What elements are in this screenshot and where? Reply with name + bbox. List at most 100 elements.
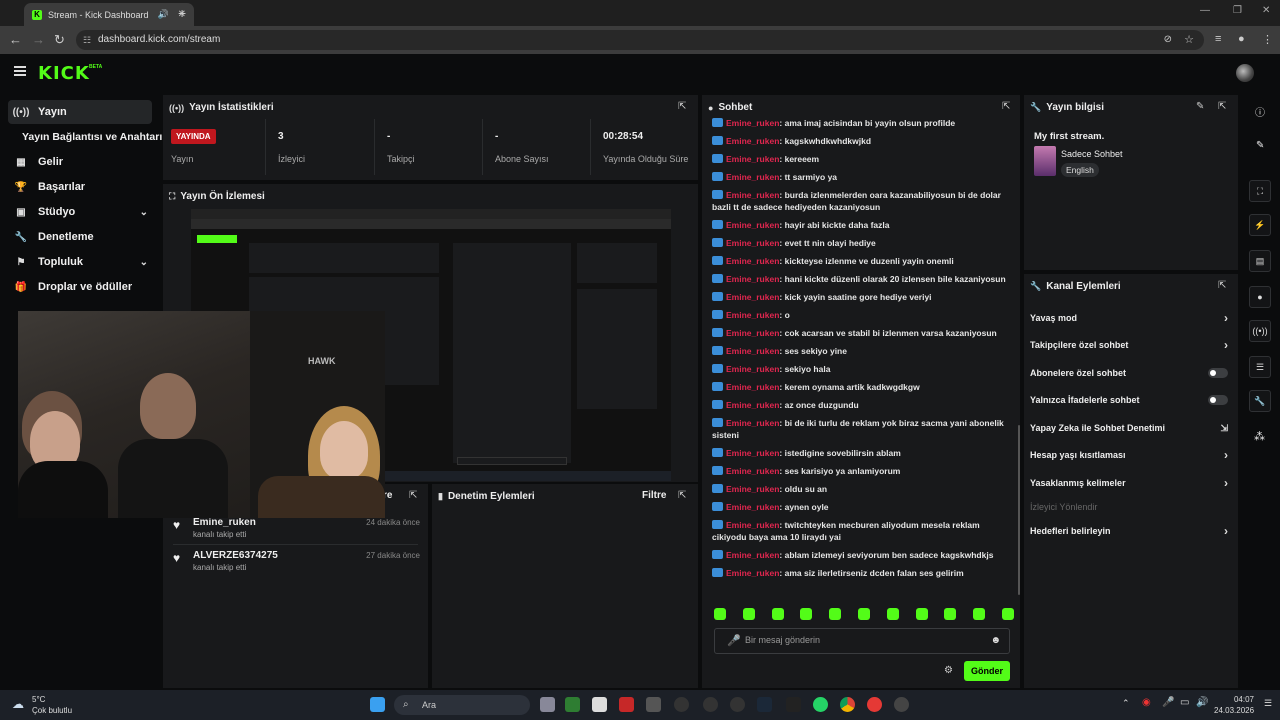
notification-icon[interactable]: ☰ [1264,698,1272,709]
emote-icon[interactable] [742,608,755,620]
media-control-icon[interactable]: ≡ [1215,33,1221,45]
popout-icon[interactable]: ⇱ [678,490,686,501]
minimize-icon[interactable]: — [1200,5,1210,16]
clock-time[interactable]: 04:07 [1218,695,1254,704]
events-toggle-button[interactable]: ☰ [1249,356,1271,378]
layout-icon[interactable]: ⁂ [1254,430,1265,443]
chat-scrollbar[interactable] [1018,425,1020,595]
emote-icon[interactable] [1001,608,1014,620]
chat-username[interactable]: Emine_ruken [726,238,779,248]
chrome-icon[interactable] [840,697,855,712]
edit-icon[interactable]: ✎ [1256,140,1264,151]
tools-toggle-button[interactable]: 🔧 [1249,390,1271,412]
action-banned-words[interactable]: Yasaklanmış kelimeler › [1030,470,1234,496]
nvidia-icon[interactable] [565,697,580,712]
popout-icon[interactable]: ⇱ [1218,280,1226,291]
popout-icon[interactable]: ⇱ [678,101,686,112]
amd-icon[interactable] [619,697,634,712]
whatsapp-icon[interactable] [813,697,828,712]
app-icon[interactable] [646,697,661,712]
chat-settings-gear-icon[interactable]: ⚙ [944,665,953,676]
chat-input-box[interactable]: 🎤 ☻ [714,628,1010,654]
new-tab-button[interactable]: + [178,5,186,21]
action-followers-only[interactable]: Takipçilere özel sohbet › [1030,332,1234,358]
preview-toggle-button[interactable]: ⛶ [1249,180,1271,202]
weather-temp[interactable]: 5°C [32,695,45,704]
obs-icon[interactable] [703,697,718,712]
obs-studio-icon[interactable] [894,697,909,712]
send-button[interactable]: Gönder [964,661,1010,681]
chat-message-input[interactable] [745,635,975,645]
emote-icon[interactable] [771,608,784,620]
filter-button[interactable]: Filtre [642,490,666,501]
forward-icon[interactable]: → [32,32,45,47]
taskbar-search[interactable]: ⌕ Ara [394,695,530,715]
tray-app-icon[interactable]: ◉ [1142,697,1151,708]
popout-icon[interactable]: ⇱ [1002,101,1010,112]
chat-username[interactable]: Emine_ruken [726,520,779,530]
chat-username[interactable]: Emine_ruken [726,550,779,560]
tray-expand-icon[interactable]: ⌃ [1122,698,1130,709]
action-set-goals[interactable]: Hedefleri belirleyin › [1030,518,1234,544]
chat-username[interactable]: Emine_ruken [726,292,779,302]
chat-username[interactable]: Emine_ruken [726,502,779,512]
chat-username[interactable]: Emine_ruken [726,190,779,200]
network-icon[interactable]: ▭ [1180,697,1189,708]
chat-username[interactable]: Emine_ruken [726,136,779,146]
profile-icon[interactable]: ● [1238,33,1245,45]
notepad-icon[interactable] [592,697,607,712]
task-view-icon[interactable] [540,697,555,712]
action-account-age[interactable]: Hesap yaşı kısıtlaması › [1030,442,1234,468]
hamburger-menu-icon[interactable] [14,66,26,76]
emote-icon[interactable] [886,608,899,620]
sidebar-item-droplar[interactable]: 🎁 Droplar ve ödüller [8,275,152,299]
sidebar-item-topluluk[interactable]: ⚑ Topluluk ⌄ [8,250,152,274]
chat-username[interactable]: Emine_ruken [726,274,779,284]
back-icon[interactable]: ← [9,32,22,47]
emote-icon[interactable] [915,608,928,620]
settings-icon[interactable] [730,697,745,712]
volume-icon[interactable]: 🔊 [1196,697,1208,708]
chat-username[interactable]: Emine_ruken [726,400,779,410]
edit-pencil-icon[interactable]: ✎ [1196,101,1204,112]
broadcast-toggle-button[interactable]: ((•)) [1249,320,1271,342]
sidebar-item-gelir[interactable]: ▦ Gelir [8,150,152,174]
browser-menu-icon[interactable]: ⋮ [1262,33,1273,46]
chat-username[interactable]: Emine_ruken [726,418,779,428]
chat-username[interactable]: Emine_ruken [726,346,779,356]
emotes-only-toggle[interactable] [1208,395,1228,405]
popout-icon[interactable]: ⇱ [1218,101,1226,112]
sidebar-item-yayin[interactable]: ((•)) Yayın [8,100,152,124]
kick-logo[interactable]: KICK [38,63,90,84]
emote-icon[interactable] [800,608,813,620]
chat-toggle-button[interactable]: ● [1249,286,1271,308]
steam-icon[interactable] [757,697,772,712]
emote-icon[interactable] [944,608,957,620]
chat-username[interactable]: Emine_ruken [726,256,779,266]
windows-start-icon[interactable] [370,697,385,712]
popout-icon[interactable]: ⇱ [409,490,417,501]
tab-audio-icon[interactable]: 🔊 [157,9,168,20]
emote-icon[interactable] [857,608,870,620]
weather-text[interactable]: Çok bulutlu [32,706,72,715]
sidebar-item-studyo[interactable]: ▣ Stüdyo ⌄ [8,200,152,224]
chat-username[interactable]: Emine_ruken [726,448,779,458]
url-field[interactable]: ☷ dashboard.kick.com/stream ⊘ ☆ [76,30,1204,50]
site-info-icon[interactable]: ☷ [83,30,91,50]
chat-username[interactable]: Emine_ruken [726,310,779,320]
quick-actions-button[interactable]: ⚡ [1249,214,1271,236]
chat-username[interactable]: Emine_ruken [726,154,779,164]
microphone-tray-icon[interactable]: 🎤 [1162,697,1174,708]
reload-icon[interactable]: ↻ [54,32,65,48]
chat-username[interactable]: Emine_ruken [726,220,779,230]
chat-username[interactable]: Emine_ruken [726,172,779,182]
eye-off-icon[interactable]: ⊘ [1164,30,1172,50]
sidebar-item-stream-key[interactable]: Yayın Bağlantısı ve Anahtarı [18,125,168,149]
bookmark-star-icon[interactable]: ☆ [1184,30,1194,50]
emote-icon[interactable] [714,608,726,620]
sidebar-item-denetleme[interactable]: 🔧 Denetleme [8,225,152,249]
microphone-icon[interactable]: 🎤 [727,634,741,647]
chat-username[interactable]: Emine_ruken [726,382,779,392]
chat-username[interactable]: Emine_ruken [726,466,779,476]
chat-username[interactable]: Emine_ruken [726,484,779,494]
